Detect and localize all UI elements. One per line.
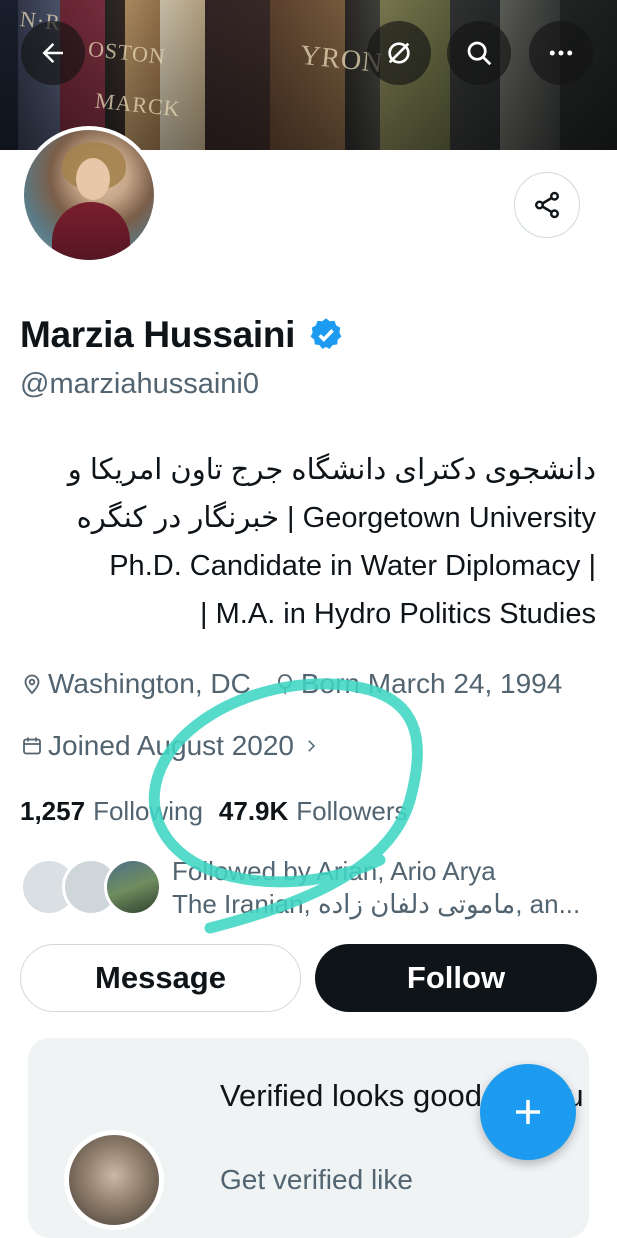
more-horizontal-icon — [549, 50, 573, 56]
profile-stats: 1,257 Following 47.9K Followers — [20, 796, 408, 827]
profile-location: Washington, DC — [48, 668, 251, 699]
calendar-icon — [23, 737, 41, 755]
balloon-icon — [277, 674, 292, 695]
verified-badge-icon[interactable] — [307, 316, 345, 354]
share-icon — [535, 191, 559, 219]
followers-stat[interactable]: 47.9K Followers — [219, 796, 408, 827]
avatar-decor — [52, 202, 130, 260]
followed-by-line: The Iranian, ماموتی دلفان زاده, an... — [172, 889, 581, 919]
profile-bio: دانشجوی دکترای دانشگاه جرج تاون امریکا و… — [16, 446, 596, 638]
avatar-decor — [76, 158, 110, 200]
followers-count: 47.9K — [218, 796, 289, 826]
following-label: Following — [93, 796, 203, 826]
followers-label: Followers — [296, 796, 408, 826]
profile-birthday: Born March 24, 1994 — [300, 668, 563, 699]
following-count: 1,257 — [20, 796, 86, 826]
bio-line: خبرنگار در کنگره | Georgetown University — [76, 502, 596, 534]
search-button[interactable] — [447, 21, 511, 85]
location-pin-icon — [24, 674, 40, 695]
profile-avatar[interactable] — [20, 126, 158, 264]
plus-icon — [516, 1100, 540, 1124]
search-icon — [467, 41, 492, 66]
profile-name: Marzia Hussaini — [20, 314, 296, 355]
profile-meta-row: Washington, DC Born March 24, 1994 — [20, 668, 562, 700]
promo-subtitle: Get verified like — [220, 1164, 413, 1195]
profile-joined-row[interactable]: Joined August 2020 — [20, 730, 324, 762]
profile-name-row: Marzia Hussaini — [20, 314, 345, 356]
promo-avatar — [64, 1130, 164, 1230]
bio-line: دانشجوی دکترای دانشگاه جرج تاون امریکا و — [67, 454, 596, 486]
followed-by-text: Followed by Arian, Ario Arya The Iranian… — [172, 855, 602, 921]
follow-button[interactable]: Follow — [315, 944, 597, 1012]
message-button[interactable]: Message — [20, 944, 301, 1012]
chevron-right-icon — [308, 740, 316, 752]
followed-by-line: Followed by Arian, Ario Arya — [172, 856, 496, 886]
bio-line: Ph.D. Candidate in Water Diplomacy | — [109, 550, 596, 582]
back-button[interactable] — [21, 21, 85, 85]
slashed-circle-icon — [388, 42, 410, 64]
following-stat[interactable]: 1,257 Following — [20, 796, 203, 827]
profile-handle: @marziahussaini0 — [20, 368, 259, 400]
bio-line: | M.A. in Hydro Politics Studies — [200, 598, 596, 630]
share-button[interactable] — [514, 172, 580, 238]
translate-toggle-button[interactable] — [367, 21, 431, 85]
avatar-image — [24, 130, 154, 260]
followed-by-section[interactable]: Followed by Arian, Ario Arya The Iranian… — [20, 855, 610, 925]
profile-joined: Joined August 2020 — [48, 730, 294, 761]
arrow-left-icon — [42, 43, 63, 63]
follower-avatar — [104, 858, 162, 916]
compose-button[interactable] — [480, 1064, 576, 1160]
more-options-button[interactable] — [529, 21, 593, 85]
